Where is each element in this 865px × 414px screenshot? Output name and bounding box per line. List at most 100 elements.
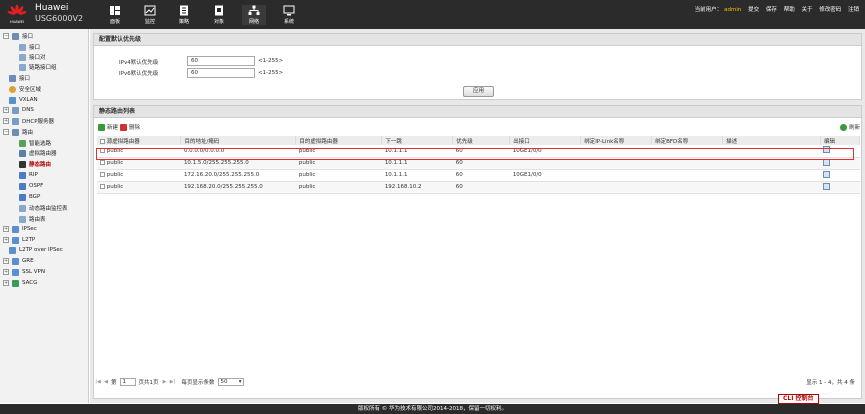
row-checkbox[interactable] <box>100 184 105 189</box>
nav-label: 面板 <box>109 19 120 25</box>
column-header[interactable]: 下一跳 <box>381 136 454 145</box>
network-icon <box>248 5 260 15</box>
expand-icon[interactable]: + <box>3 237 9 243</box>
tree-item-ipsec[interactable]: + IPSec <box>3 224 37 234</box>
tree-item-rip[interactable]: RIP <box>19 170 38 180</box>
table-row[interactable]: public 0.0.0.0/0.0.0.0 public 10.1.1.1 6… <box>97 145 860 158</box>
expand-icon[interactable]: + <box>3 269 9 275</box>
edit-icon[interactable] <box>823 146 831 154</box>
footer-copyright: 版权所有 © 华为技术有限公司2014-2018，保留一切权利。 <box>0 404 865 414</box>
nav-network[interactable]: 网络 <box>242 5 266 25</box>
edit-icon[interactable] <box>823 182 831 190</box>
expand-icon[interactable]: + <box>3 118 9 124</box>
dashboard-icon <box>110 6 120 15</box>
column-header[interactable]: 优先级 <box>452 136 511 145</box>
column-header[interactable]: 源虚拟路由器 <box>97 136 182 145</box>
collapse-icon[interactable]: − <box>3 129 9 135</box>
tree-item-link-group[interactable]: 链路接口组 <box>19 62 57 72</box>
expand-icon[interactable]: + <box>3 107 9 113</box>
table-row[interactable]: public 172.16.20.0/255.255.255.0 public … <box>97 169 860 182</box>
refresh-button[interactable]: 刷新 <box>840 123 860 131</box>
dns-icon <box>12 106 19 114</box>
ipv6-priority-input[interactable]: 60 <box>187 68 255 78</box>
nav-monitor[interactable]: 监控 <box>138 5 162 25</box>
delete-button[interactable]: 删除 <box>120 123 140 131</box>
tree-item-security-zone[interactable]: 安全区域 <box>9 84 41 94</box>
save-link[interactable]: 保存 <box>766 7 777 13</box>
tree-item-interface-pair[interactable]: 接口对 <box>19 52 46 62</box>
tree-item-routing[interactable]: − 路由 <box>3 127 33 137</box>
tree-item-ssl-vpn[interactable]: + SSL VPN <box>3 267 45 277</box>
tree-item-gre[interactable]: + GRE <box>3 256 34 266</box>
panel-title: 静态路由列表 <box>94 106 861 118</box>
ospf-icon <box>19 182 26 190</box>
new-button[interactable]: 新建 <box>98 123 118 131</box>
apply-button[interactable]: 应用 <box>463 86 494 97</box>
ipsec-icon <box>12 225 19 233</box>
huawei-logo-icon: HUAWEI <box>7 4 27 24</box>
static-route-icon <box>19 160 26 168</box>
tree-item-interface-2[interactable]: 接口 <box>9 73 30 83</box>
static-route-list-panel: 静态路由列表 新建 删除 刷新 源虚拟路由器 目的地址/掩码 目的虚拟路由器 下… <box>93 105 862 399</box>
nav-object[interactable]: 对象 <box>207 5 231 25</box>
page-input[interactable]: 1 <box>119 377 136 386</box>
next-page-icon[interactable]: ▶ <box>162 379 168 385</box>
column-header[interactable]: 描述 <box>722 136 821 145</box>
column-header[interactable]: 出接口 <box>509 136 582 145</box>
user-area: 当前用户： admin 提交 保存 帮助 关于 修改密码 注销 <box>695 5 859 13</box>
nav-policy[interactable]: 策略 <box>172 5 196 25</box>
change-password-link[interactable]: 修改密码 <box>819 7 841 13</box>
tree-item-virtual-router[interactable]: 虚拟路由器 <box>19 148 57 158</box>
page-label: 第 <box>111 379 117 386</box>
nav-dashboard[interactable]: 面板 <box>103 5 127 25</box>
expand-icon[interactable]: + <box>3 280 9 286</box>
tree-item-l2tp[interactable]: + L2TP <box>3 235 35 245</box>
chevron-down-icon: ▾ <box>238 378 242 385</box>
tree-item-ospf[interactable]: OSPF <box>19 181 43 191</box>
tree-item-static-route[interactable]: 静态路由 <box>19 159 51 169</box>
ipv4-priority-input[interactable]: 60 <box>187 56 255 66</box>
help-link[interactable]: 帮助 <box>784 7 795 13</box>
brand-name: Huawei <box>35 3 69 13</box>
cli-console-button[interactable]: CLI 控制台 <box>778 394 819 404</box>
table-row[interactable]: public 192.168.20.0/255.255.255.0 public… <box>97 181 860 194</box>
row-checkbox[interactable] <box>100 160 105 165</box>
edit-icon[interactable] <box>823 170 831 178</box>
tree-item-interface-sub[interactable]: 接口 <box>19 42 40 52</box>
per-page-select[interactable]: 50 ▾ <box>217 377 244 386</box>
tree-item-smart-routing[interactable]: 智能选路 <box>19 138 51 148</box>
edit-icon[interactable] <box>823 158 831 166</box>
column-header[interactable]: 目的虚拟路由器 <box>295 136 383 145</box>
tree-item-bgp[interactable]: BGP <box>19 192 40 202</box>
tree-item-l2tp-over-ipsec[interactable]: L2TP over IPSec <box>9 245 63 255</box>
refresh-icon <box>840 123 847 131</box>
row-checkbox[interactable] <box>100 172 105 177</box>
per-page-label: 每页显示条数 <box>181 379 215 386</box>
expand-icon[interactable]: + <box>3 258 9 264</box>
logout-link[interactable]: 注销 <box>848 7 859 13</box>
about-link[interactable]: 关于 <box>801 7 812 13</box>
last-page-icon[interactable]: ▶| <box>170 379 176 385</box>
tree-item-dynamic-route-monitor[interactable]: 动态路由监控表 <box>19 203 68 213</box>
column-header[interactable]: 绑定IP-Link名称 <box>580 136 653 145</box>
table-row[interactable]: public 10.1.5.0/255.255.255.0 public 10.… <box>97 157 860 170</box>
pagination-info: 显示 1 - 4，共 4 条 <box>806 379 855 386</box>
first-page-icon[interactable]: |◀ <box>95 379 101 385</box>
system-icon <box>283 5 295 16</box>
main-content: 配置默认优先级 IPv4默认优先级 60 <1-255> IPv6默认优先级 6… <box>90 29 865 403</box>
tree-item-dhcp[interactable]: + DHCP服务器 <box>3 116 54 126</box>
commit-link[interactable]: 提交 <box>748 7 759 13</box>
tree-item-interface[interactable]: − 接口 <box>3 31 33 41</box>
tree-item-sacg[interactable]: + SACG <box>3 278 37 288</box>
column-header[interactable]: 目的地址/掩码 <box>180 136 297 145</box>
tree-item-dns[interactable]: + DNS <box>3 105 34 115</box>
expand-icon[interactable]: + <box>3 226 9 232</box>
collapse-icon[interactable]: − <box>3 33 9 39</box>
nav-system[interactable]: 系统 <box>277 5 301 25</box>
row-checkbox[interactable] <box>100 147 105 153</box>
tree-item-route-table[interactable]: 路由表 <box>19 214 46 224</box>
prev-page-icon[interactable]: ◀ <box>103 379 109 385</box>
column-header[interactable]: 绑定BFD名称 <box>651 136 724 145</box>
tree-item-vxlan[interactable]: VXLAN <box>9 95 38 105</box>
select-all-checkbox[interactable] <box>100 138 105 144</box>
